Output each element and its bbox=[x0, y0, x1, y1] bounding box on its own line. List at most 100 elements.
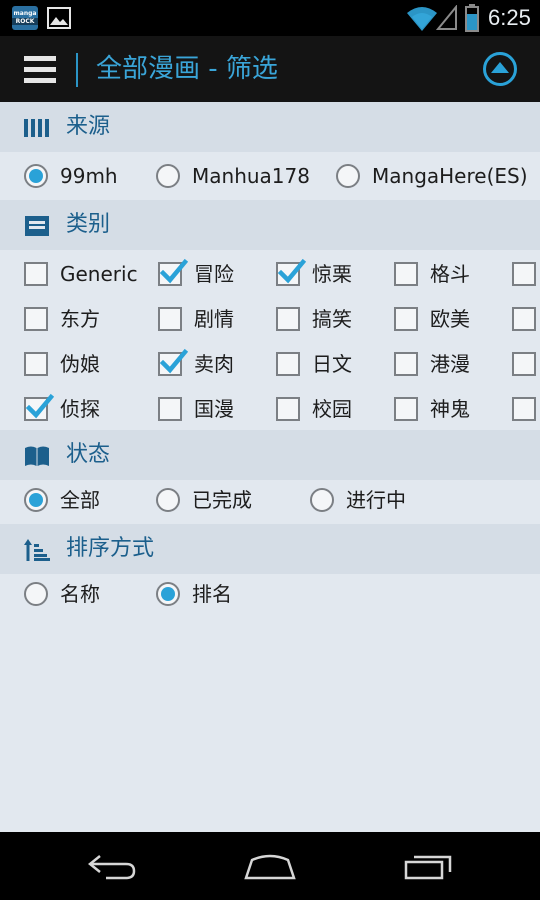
checkbox[interactable] bbox=[276, 352, 300, 376]
columns-icon bbox=[24, 119, 49, 137]
sort-option[interactable]: 排名 bbox=[156, 578, 266, 610]
radio-button[interactable] bbox=[156, 488, 180, 512]
status-option[interactable]: 进行中 bbox=[310, 484, 450, 516]
source-option[interactable]: MangaHere(ES) bbox=[336, 160, 528, 192]
checkbox[interactable] bbox=[394, 307, 418, 331]
source-option[interactable]: 99mh bbox=[24, 160, 144, 192]
option-label: 惊栗 bbox=[312, 262, 352, 286]
tray-icon bbox=[25, 216, 49, 236]
category-option[interactable]: 欧美 bbox=[394, 303, 504, 335]
option-label: 搞笑 bbox=[312, 307, 352, 331]
category-option[interactable]: 国漫 bbox=[158, 393, 268, 425]
hamburger-menu-icon[interactable] bbox=[24, 53, 56, 85]
option-label: 欧美 bbox=[430, 307, 470, 331]
checkbox[interactable] bbox=[24, 393, 54, 421]
status-option[interactable]: 全部 bbox=[24, 484, 144, 516]
checkbox[interactable] bbox=[276, 307, 300, 331]
status-bar: manga ROCK 6:25 bbox=[0, 0, 540, 36]
category-option[interactable] bbox=[512, 393, 540, 425]
checkbox[interactable] bbox=[158, 258, 188, 286]
checkbox[interactable] bbox=[24, 307, 48, 331]
option-label: MangaHere(ES) bbox=[372, 164, 528, 188]
checkbox[interactable] bbox=[512, 352, 536, 376]
app-icon-line1: manga bbox=[13, 10, 37, 17]
option-label: 东方 bbox=[60, 307, 100, 331]
section-header-category: 类别 bbox=[0, 200, 540, 250]
category-option[interactable]: 搞笑 bbox=[276, 303, 386, 335]
category-option[interactable]: 神鬼 bbox=[394, 393, 504, 425]
checkbox[interactable] bbox=[276, 258, 306, 286]
option-label: 日文 bbox=[312, 352, 352, 376]
checkbox[interactable] bbox=[512, 307, 536, 331]
checkbox[interactable] bbox=[24, 262, 48, 286]
section-title: 排序方式 bbox=[66, 536, 155, 561]
section-body-status: 全部 已完成 进行中 bbox=[0, 480, 540, 524]
checkbox[interactable] bbox=[512, 397, 536, 421]
wifi-icon bbox=[407, 7, 437, 31]
radio-button[interactable] bbox=[310, 488, 334, 512]
section-header-status: 状态 bbox=[0, 430, 540, 480]
section-body-source: 99mh Manhua178 MangaHere(ES) bbox=[0, 152, 540, 200]
checkbox[interactable] bbox=[24, 352, 48, 376]
option-label: 校园 bbox=[312, 397, 352, 421]
source-option[interactable]: Manhua178 bbox=[156, 160, 326, 192]
category-option[interactable]: 卖肉 bbox=[158, 348, 268, 380]
checkbox[interactable] bbox=[512, 262, 536, 286]
navigation-bar bbox=[0, 832, 540, 900]
option-label: 港漫 bbox=[430, 352, 470, 376]
checkbox[interactable] bbox=[158, 307, 182, 331]
category-option[interactable]: 侦探 bbox=[24, 393, 134, 425]
category-option[interactable]: 校园 bbox=[276, 393, 386, 425]
category-option[interactable]: 伪娘 bbox=[24, 348, 134, 380]
option-label: 伪娘 bbox=[60, 352, 100, 376]
checkbox[interactable] bbox=[394, 397, 418, 421]
category-option[interactable]: 格斗 bbox=[394, 258, 504, 290]
recent-apps-icon[interactable] bbox=[400, 850, 456, 882]
option-label: 剧情 bbox=[194, 307, 234, 331]
option-label: 国漫 bbox=[194, 397, 234, 421]
radio-button[interactable] bbox=[24, 582, 48, 606]
section-title: 状态 bbox=[66, 442, 111, 467]
category-option[interactable]: Generic bbox=[24, 258, 138, 290]
checkbox[interactable] bbox=[158, 348, 188, 376]
option-label: 神鬼 bbox=[430, 397, 470, 421]
filter-content: 来源 99mh Manhua178 MangaHere(ES) 类别 Gener… bbox=[0, 102, 540, 832]
category-option[interactable]: 剧情 bbox=[158, 303, 268, 335]
section-header-source: 来源 bbox=[0, 102, 540, 152]
category-option[interactable] bbox=[512, 348, 540, 380]
category-option[interactable]: 日文 bbox=[276, 348, 386, 380]
category-option[interactable] bbox=[512, 258, 540, 290]
checkmark-icon bbox=[159, 258, 188, 284]
section-title: 来源 bbox=[66, 114, 111, 139]
option-label: 排名 bbox=[192, 582, 232, 606]
category-option[interactable]: 港漫 bbox=[394, 348, 504, 380]
radio-button[interactable] bbox=[24, 164, 48, 188]
category-option[interactable] bbox=[512, 303, 540, 335]
action-bar: 全部漫画 - 筛选 bbox=[0, 36, 540, 102]
option-label: 99mh bbox=[60, 164, 118, 188]
status-option[interactable]: 已完成 bbox=[156, 484, 296, 516]
page-title: 全部漫画 - 筛选 bbox=[96, 54, 278, 84]
checkbox[interactable] bbox=[394, 352, 418, 376]
radio-button[interactable] bbox=[156, 164, 180, 188]
category-option[interactable]: 东方 bbox=[24, 303, 134, 335]
radio-button[interactable] bbox=[156, 582, 180, 606]
section-body-category: Generic 冒险 惊栗 格斗东方 剧情 搞笑 欧美伪娘 卖肉 日文 港漫侦探 国漫 校园 神鬼 bbox=[0, 250, 540, 430]
radio-button[interactable] bbox=[336, 164, 360, 188]
category-option[interactable]: 惊栗 bbox=[276, 258, 386, 290]
section-header-sort: 排序方式 bbox=[0, 524, 540, 574]
option-label: 进行中 bbox=[346, 488, 406, 512]
home-icon[interactable] bbox=[242, 850, 298, 882]
radio-button[interactable] bbox=[24, 488, 48, 512]
checkbox[interactable] bbox=[394, 262, 418, 286]
back-icon[interactable] bbox=[86, 850, 142, 882]
open-book-icon bbox=[25, 446, 49, 466]
checkbox[interactable] bbox=[158, 397, 182, 421]
checkmark-icon bbox=[277, 258, 306, 284]
sort-option[interactable]: 名称 bbox=[24, 578, 134, 610]
manga-rock-app-icon: manga ROCK bbox=[12, 6, 38, 30]
checkbox[interactable] bbox=[276, 397, 300, 421]
gallery-icon bbox=[47, 7, 71, 29]
category-option[interactable]: 冒险 bbox=[158, 258, 268, 290]
circle-up-arrow-icon[interactable] bbox=[482, 51, 518, 87]
